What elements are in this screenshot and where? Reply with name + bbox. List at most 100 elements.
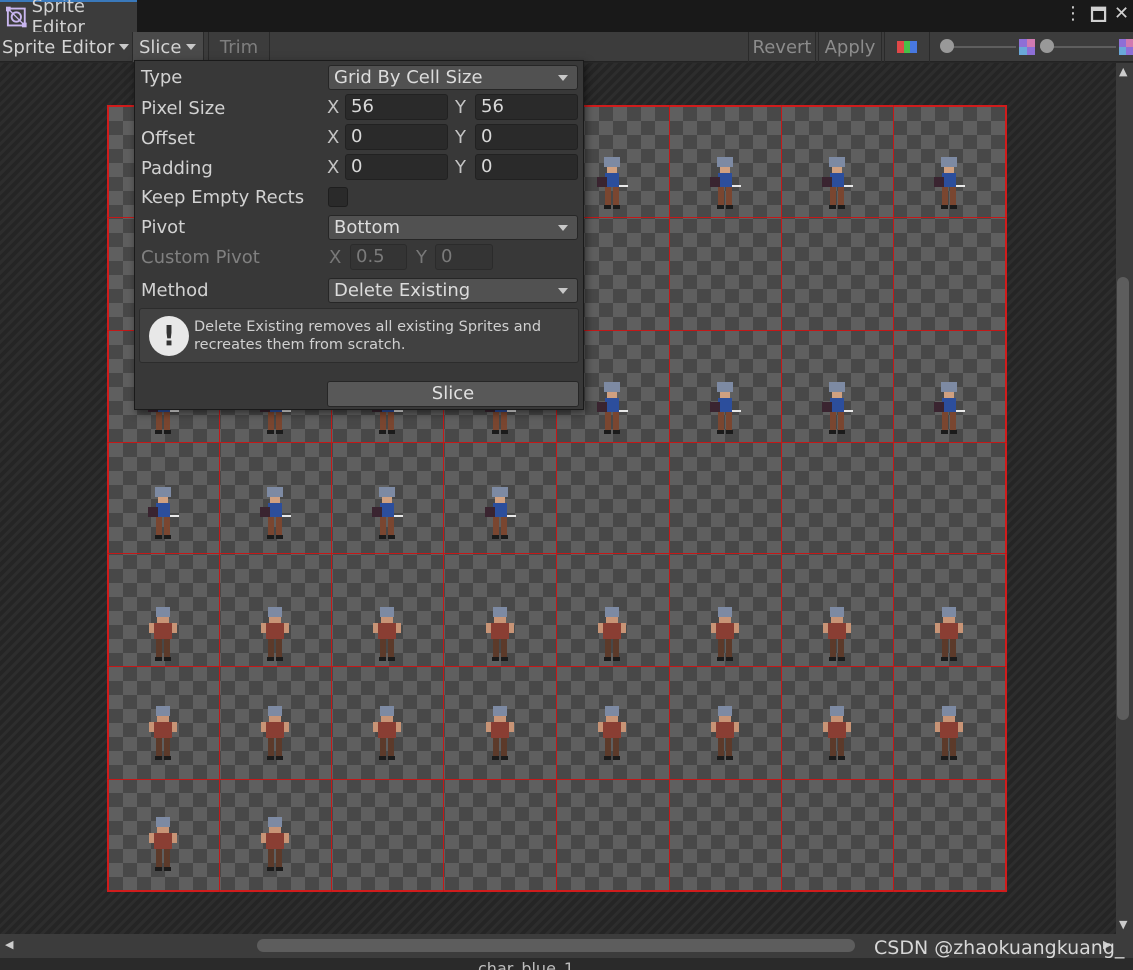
type-dropdown-value: Grid By Cell Size	[334, 67, 483, 88]
pixel-size-x-field[interactable]: 56	[345, 94, 448, 120]
character-sprite-frame	[710, 382, 741, 434]
mode-dropdown[interactable]: Sprite Editor	[2, 32, 130, 62]
toolbar: Sprite Editor Slice Trim Revert Apply	[0, 32, 1133, 62]
method-dropdown-value: Delete Existing	[334, 280, 471, 301]
alpha-icon	[1019, 39, 1035, 55]
character-sprite-frame	[260, 487, 291, 539]
character-sprite-frame	[261, 706, 289, 760]
sprite-editor-icon	[6, 6, 27, 28]
custom-pivot-x-label: X	[329, 247, 342, 268]
keep-empty-rects-label: Keep Empty Rects	[141, 187, 305, 208]
character-sprite-frame	[486, 706, 514, 760]
character-sprite-frame	[261, 817, 289, 871]
character-sprite-frame	[935, 607, 963, 661]
character-sprite-frame	[822, 157, 853, 209]
offset-x-label: X	[327, 127, 340, 148]
padding-y-field[interactable]: 0	[475, 154, 578, 180]
mip-slider-handle[interactable]	[1040, 39, 1054, 53]
character-sprite-frame	[485, 487, 516, 539]
custom-pivot-x-field: 0.5	[350, 244, 407, 270]
character-sprite-frame	[372, 487, 403, 539]
custom-pivot-label: Custom Pivot	[141, 247, 260, 268]
chevron-down-icon	[558, 225, 568, 231]
padding-y-label: Y	[455, 157, 466, 178]
pixel-size-x-label: X	[327, 97, 340, 118]
slice-grid-line	[781, 105, 782, 892]
offset-x-field[interactable]: 0	[345, 124, 448, 150]
rgb-icon	[897, 41, 917, 53]
slice-popup: Type Grid By Cell Size Pixel Size X 56 Y…	[134, 60, 584, 410]
horizontal-scrollbar-thumb[interactable]	[257, 939, 855, 952]
type-dropdown[interactable]: Grid By Cell Size	[328, 65, 578, 90]
pixel-size-label: Pixel Size	[141, 98, 226, 119]
padding-x-field[interactable]: 0	[345, 154, 448, 180]
scroll-up-icon[interactable]: ▲	[1119, 65, 1127, 78]
type-label: Type	[141, 67, 183, 88]
character-sprite-frame	[149, 706, 177, 760]
color-channel-toggle[interactable]	[884, 32, 930, 62]
pivot-label: Pivot	[141, 217, 186, 238]
slice-grid-line	[107, 779, 1007, 780]
project-panel-strip: char_blue_1	[0, 958, 1133, 970]
chevron-down-icon	[558, 75, 568, 81]
method-dropdown[interactable]: Delete Existing	[328, 278, 578, 303]
slice-grid-line	[107, 553, 1007, 554]
character-sprite-frame	[934, 382, 965, 434]
character-sprite-frame	[598, 607, 626, 661]
character-sprite-frame	[148, 487, 179, 539]
padding-label: Padding	[141, 158, 213, 179]
character-sprite-frame	[822, 382, 853, 434]
slice-grid-line	[107, 666, 1007, 667]
vertical-scrollbar-thumb[interactable]	[1117, 277, 1129, 720]
character-sprite-frame	[486, 607, 514, 661]
watermark: CSDN @zhaokuangkuang_	[874, 937, 1125, 959]
close-icon[interactable]: ✕	[1114, 3, 1129, 24]
offset-y-field[interactable]: 0	[475, 124, 578, 150]
revert-button[interactable]: Revert	[748, 32, 816, 62]
method-help-box: ! Delete Existing removes all existing S…	[139, 308, 579, 363]
character-sprite-frame	[934, 157, 965, 209]
window-titlebar: Sprite Editor ⋮ 🗖 ✕	[0, 0, 1133, 38]
pivot-dropdown-value: Bottom	[334, 217, 401, 238]
character-sprite-frame	[597, 382, 628, 434]
slice-menu-button[interactable]: Slice	[132, 32, 204, 62]
custom-pivot-y-label: Y	[416, 247, 427, 268]
asset-name[interactable]: char_blue_1	[478, 958, 574, 970]
character-sprite-frame	[711, 607, 739, 661]
character-sprite-frame	[373, 607, 401, 661]
slice-grid-line	[893, 105, 894, 892]
character-sprite-frame	[935, 706, 963, 760]
more-options-icon[interactable]: ⋮	[1064, 3, 1082, 24]
keep-empty-rects-checkbox[interactable]	[328, 187, 348, 207]
pivot-dropdown[interactable]: Bottom	[328, 215, 578, 240]
method-help-text: Delete Existing removes all existing Spr…	[194, 319, 542, 353]
character-sprite-frame	[597, 157, 628, 209]
character-sprite-frame	[261, 607, 289, 661]
mip-icon	[1119, 39, 1133, 55]
character-sprite-frame	[149, 817, 177, 871]
mode-dropdown-label: Sprite Editor	[2, 36, 115, 58]
offset-y-label: Y	[455, 127, 466, 148]
scroll-down-icon[interactable]: ▼	[1119, 918, 1127, 931]
zoom-slider-handle[interactable]	[940, 39, 954, 53]
zoom-slider-track[interactable]	[946, 46, 1016, 48]
tab-sprite-editor[interactable]: Sprite Editor	[0, 0, 137, 38]
character-sprite-frame	[711, 706, 739, 760]
slice-button[interactable]: Slice	[327, 381, 579, 407]
character-sprite-frame	[598, 706, 626, 760]
character-sprite-frame	[710, 157, 741, 209]
trim-button[interactable]: Trim	[208, 32, 270, 62]
character-sprite-frame	[823, 607, 851, 661]
method-label: Method	[141, 280, 209, 301]
slice-menu-label: Slice	[139, 36, 182, 58]
slice-grid-line	[669, 105, 670, 892]
apply-button[interactable]: Apply	[818, 32, 882, 62]
custom-pivot-y-field: 0	[435, 244, 493, 270]
offset-label: Offset	[141, 128, 196, 149]
maximize-icon[interactable]: 🗖	[1090, 3, 1107, 33]
pixel-size-y-field[interactable]: 56	[475, 94, 578, 120]
padding-x-label: X	[327, 157, 340, 178]
slice-grid-line	[107, 442, 1007, 443]
chevron-down-icon	[186, 44, 197, 50]
scroll-left-icon[interactable]: ◀	[5, 938, 13, 951]
